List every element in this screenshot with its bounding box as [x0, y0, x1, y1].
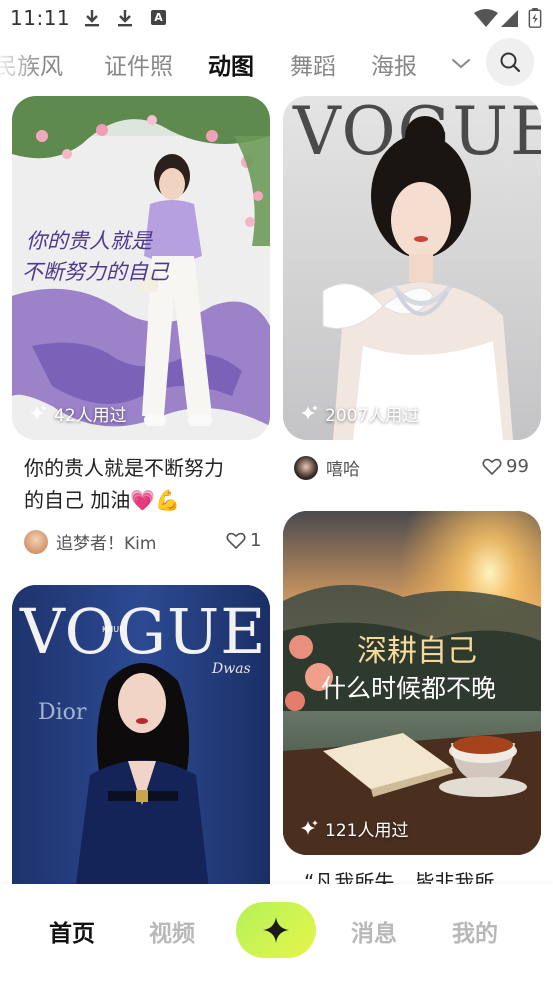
sparkle-icon	[301, 819, 318, 835]
feed-card-image[interactable]: VOGUE 2007人用过	[283, 96, 541, 440]
tab-animated[interactable]: 动图	[206, 47, 256, 81]
like-button[interactable]: 99	[482, 456, 529, 477]
card-artwork: 你的贵人就是 不断努力的自己	[12, 96, 270, 440]
card-artwork: 深耕自己 什么时候都不晚	[283, 511, 541, 855]
nav-video[interactable]: 视频	[149, 914, 195, 948]
sparkle-icon	[30, 404, 47, 420]
nav-messages[interactable]: 消息	[351, 914, 397, 948]
search-button[interactable]	[486, 38, 534, 86]
sparkle-icon	[263, 917, 289, 943]
battery-icon	[528, 8, 542, 28]
svg-text:Dwas: Dwas	[211, 661, 251, 677]
heart-icon	[226, 532, 246, 549]
avatar	[294, 455, 318, 480]
nav-profile[interactable]: 我的	[452, 914, 498, 948]
tab-dance[interactable]: 舞蹈	[290, 47, 336, 81]
status-time: 11:11	[10, 6, 71, 30]
card-caption-line2: 什么时候都不晚	[321, 674, 496, 703]
card-title[interactable]: 你的贵人就是不断努力 的自己 加油💗💪	[24, 452, 264, 516]
card-artwork: VOGUE	[283, 96, 541, 440]
like-button[interactable]: 1	[226, 530, 261, 551]
download-icon	[85, 10, 99, 27]
category-tabs: 民族风 证件照 动图 舞蹈 海报	[0, 38, 553, 88]
font-a-icon: A	[151, 10, 166, 25]
card-caption-line1: 深耕自己	[357, 634, 477, 669]
card-caption-line2: 不断努力的自己	[22, 260, 170, 284]
chevron-down-icon[interactable]	[450, 52, 472, 74]
nav-home[interactable]: 首页	[49, 914, 95, 948]
card-artwork: VOGUE KHUF Dwas Dior	[12, 585, 270, 915]
wifi-icon	[474, 9, 498, 27]
sparkle-icon	[301, 404, 318, 420]
download-icon	[118, 10, 132, 27]
bottom-nav: 首页 视频 消息 我的	[0, 884, 553, 984]
card-caption-line1: 你的贵人就是	[26, 229, 153, 253]
avatar	[24, 529, 48, 554]
card-author[interactable]: 追梦者！Kim	[24, 529, 156, 554]
feed-card-image[interactable]: 深耕自己 什么时候都不晚 121人用过	[283, 511, 541, 855]
feed-card-image[interactable]: 你的贵人就是 不断努力的自己 42人用过	[12, 96, 270, 440]
svg-text:Dior: Dior	[38, 700, 87, 725]
magazine-masthead: VOGUE	[19, 595, 267, 668]
signal-icon	[501, 10, 518, 27]
svg-text:KHUF: KHUF	[102, 625, 124, 634]
feed-card-image[interactable]: VOGUE KHUF Dwas Dior	[12, 585, 270, 915]
search-icon	[500, 52, 521, 73]
status-bar: 11:11 A	[0, 0, 553, 36]
usage-count: 42人用过	[30, 401, 127, 426]
heart-icon	[482, 458, 502, 475]
tab-id-photo[interactable]: 证件照	[104, 47, 173, 81]
usage-count: 2007人用过	[301, 401, 419, 426]
tab-poster[interactable]: 海报	[371, 47, 417, 81]
usage-count: 121人用过	[301, 816, 408, 841]
card-author[interactable]: 嘻哈	[294, 455, 360, 480]
create-button[interactable]	[236, 902, 316, 958]
